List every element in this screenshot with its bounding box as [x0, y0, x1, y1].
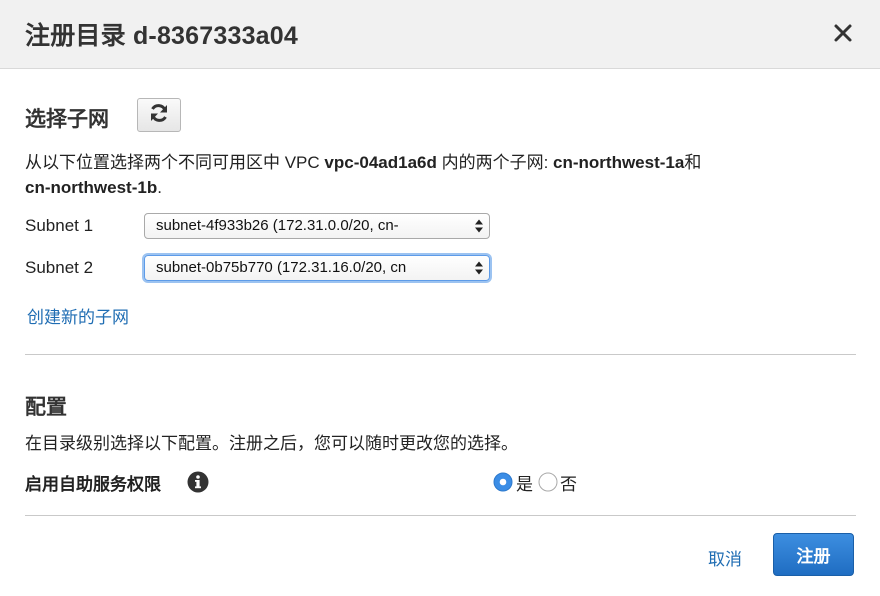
- register-button[interactable]: 注册: [773, 533, 854, 576]
- config-section-title: 配置: [25, 396, 67, 419]
- radio-yes[interactable]: [493, 472, 513, 492]
- close-icon[interactable]: [828, 18, 858, 48]
- info-icon[interactable]: [187, 471, 209, 493]
- radio-yes-label: 是: [516, 475, 533, 494]
- subnet1-label: Subnet 1: [25, 216, 94, 235]
- subnet-section-title: 选择子网: [25, 108, 109, 131]
- select-arrows-icon: [474, 218, 484, 234]
- desc-and: 和: [684, 153, 702, 172]
- az2: cn-northwest-1b: [25, 178, 158, 197]
- divider: [25, 515, 856, 516]
- subnet1-select[interactable]: subnet-4f933b26 (172.31.0.0/20, cn-: [144, 213, 490, 239]
- desc-middle: 内的两个子网:: [436, 153, 554, 172]
- register-button-label: 注册: [796, 547, 831, 566]
- subnet2-select[interactable]: subnet-0b75b770 (172.31.16.0/20, cn: [144, 255, 490, 281]
- vpc-id: vpc-04ad1a6d: [324, 153, 437, 172]
- desc-end: .: [157, 178, 162, 197]
- refresh-icon: [148, 103, 170, 128]
- create-subnet-link[interactable]: 创建新的子网: [27, 303, 129, 328]
- divider: [25, 354, 856, 355]
- radio-no[interactable]: [538, 472, 558, 492]
- config-description: 在目录级别选择以下配置。注册之后，您可以随时更改您的选择。: [25, 434, 518, 453]
- cancel-button[interactable]: 取消: [708, 545, 742, 570]
- subnet1-value: subnet-4f933b26 (172.31.0.0/20, cn-: [156, 217, 399, 234]
- subnet-description: 从以下位置选择两个不同可用区中 VPC vpc-04ad1a6d 内的两个子网:…: [25, 150, 825, 200]
- desc-prefix: 从以下位置选择两个不同可用区中 VPC: [25, 153, 325, 172]
- select-arrows-icon: [474, 260, 484, 276]
- dialog-title: 注册目录 d-8367333a04: [25, 22, 298, 50]
- dialog-header: 注册目录 d-8367333a04: [0, 0, 880, 69]
- self-service-label: 启用自助服务权限: [25, 475, 161, 494]
- subnet2-value: subnet-0b75b770 (172.31.16.0/20, cn: [156, 259, 407, 276]
- az1: cn-northwest-1a: [553, 153, 685, 172]
- subnet2-label: Subnet 2: [25, 258, 94, 277]
- refresh-button[interactable]: [137, 98, 181, 132]
- radio-no-label: 否: [560, 475, 577, 494]
